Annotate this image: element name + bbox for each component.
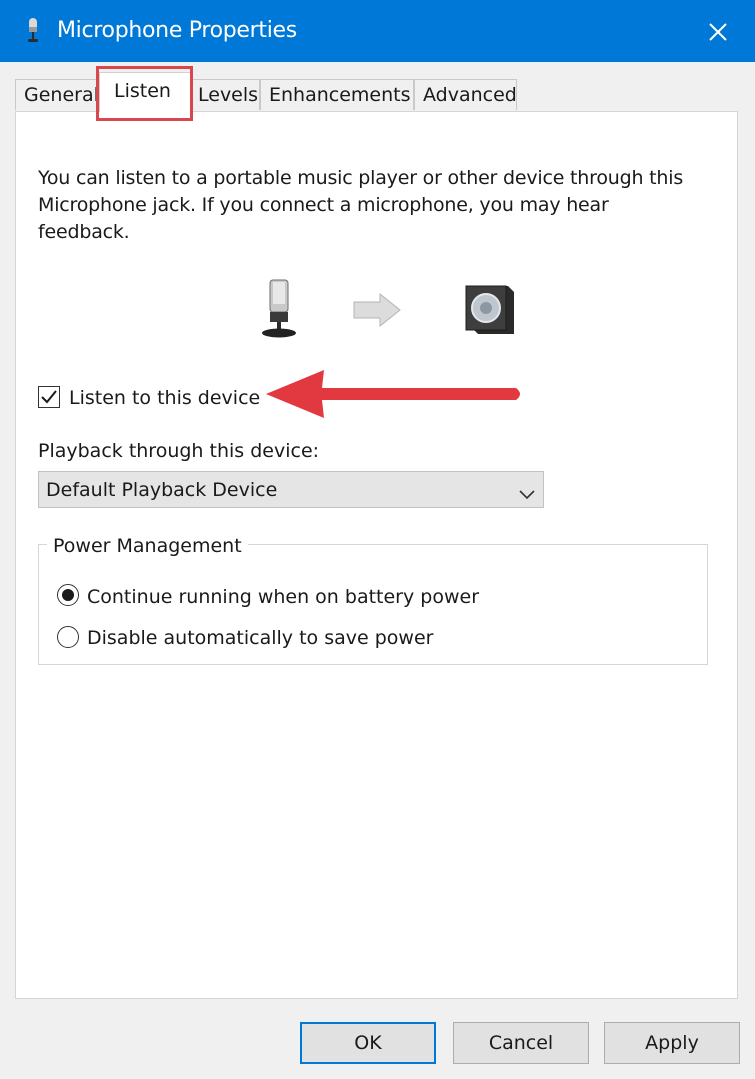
chevron-down-icon xyxy=(519,485,535,504)
description-line: You can listen to a portable music playe… xyxy=(38,167,684,189)
listen-description: You can listen to a portable music playe… xyxy=(38,165,718,246)
radio-continue-running-label[interactable]: Continue running when on battery power xyxy=(87,584,479,610)
tab-general[interactable]: General xyxy=(15,79,98,110)
checkmark-icon xyxy=(41,390,57,404)
description-line: Microphone jack. If you connect a microp… xyxy=(38,194,609,216)
annotation-arrow-icon xyxy=(264,368,526,426)
radio-disable-automatically[interactable] xyxy=(57,626,79,648)
tab-general-label: General xyxy=(24,84,98,106)
tab-listen[interactable]: Listen xyxy=(99,72,191,112)
playback-device-dropdown[interactable]: Default Playback Device xyxy=(38,471,544,508)
tab-enhancements[interactable]: Enhancements xyxy=(260,79,414,110)
listen-to-device-checkbox[interactable] xyxy=(38,386,60,408)
title-bar: Microphone Properties xyxy=(0,0,755,62)
microphone-icon xyxy=(26,18,40,48)
window-title: Microphone Properties xyxy=(57,18,297,43)
device-diagram xyxy=(262,278,522,346)
playback-device-value: Default Playback Device xyxy=(46,479,278,501)
tab-advanced[interactable]: Advanced xyxy=(414,79,517,110)
close-icon[interactable] xyxy=(704,18,732,46)
speaker-icon xyxy=(465,285,514,334)
tab-levels[interactable]: Levels xyxy=(191,79,260,110)
power-management-legend: Power Management xyxy=(47,533,248,559)
microphone-device-icon xyxy=(262,279,296,338)
radio-continue-running[interactable] xyxy=(57,584,79,606)
tab-advanced-label: Advanced xyxy=(423,84,517,106)
tab-enhancements-label: Enhancements xyxy=(269,84,411,106)
cancel-button[interactable]: Cancel xyxy=(453,1022,589,1064)
playback-label: Playback through this device: xyxy=(38,440,320,462)
radio-disable-automatically-label[interactable]: Disable automatically to save power xyxy=(87,625,433,651)
radio-selected-dot xyxy=(62,589,74,601)
description-line: feedback. xyxy=(38,221,130,243)
apply-button[interactable]: Apply xyxy=(604,1022,740,1064)
arrow-right-icon xyxy=(353,292,401,328)
ok-button[interactable]: OK xyxy=(300,1022,436,1064)
tab-levels-label: Levels xyxy=(198,84,259,106)
listen-to-device-label[interactable]: Listen to this device xyxy=(69,385,260,411)
tab-listen-label: Listen xyxy=(114,80,171,102)
